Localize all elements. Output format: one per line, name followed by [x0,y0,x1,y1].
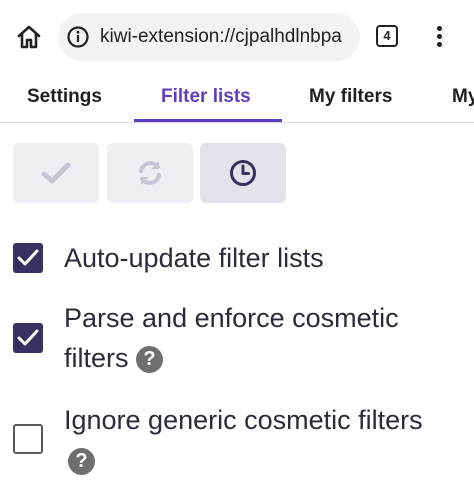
help-icon[interactable]: ? [68,448,95,476]
tab-settings[interactable]: Settings [27,72,102,122]
clock-icon [230,160,256,186]
address-bar[interactable]: kiwi-extension://cjpalhdlnbpa [58,13,360,61]
tab-my-rules[interactable]: My [452,72,474,122]
tab-count-button[interactable]: 4 [376,25,398,47]
info-icon[interactable] [66,25,90,49]
parse-cosmetic-checkbox[interactable] [13,323,43,353]
auto-update-checkbox[interactable] [13,243,43,273]
help-icon[interactable]: ? [136,346,164,374]
apply-changes-button[interactable] [13,143,99,203]
ignore-generic-checkbox[interactable] [13,424,43,454]
option-label: Auto-update filter lists [64,243,324,273]
tab-filter-lists[interactable]: Filter lists [161,72,251,122]
browser-toolbar: kiwi-extension://cjpalhdlnbpa 4 [0,0,474,72]
check-icon [41,162,71,184]
url-text[interactable]: kiwi-extension://cjpalhdlnbpa [100,13,342,61]
home-icon[interactable] [14,22,44,52]
update-now-button[interactable] [107,143,193,203]
tab-my-filters[interactable]: My filters [309,72,392,122]
active-tab-indicator [134,119,282,122]
extension-tab-bar: Settings Filter lists My filters My [0,72,474,123]
more-menu-icon[interactable] [428,24,452,50]
option-label: Parse and enforce cosmetic filters ? [64,303,399,374]
option-label: Ignore generic cosmetic filters ? [64,400,423,480]
checkmark-icon [17,249,39,266]
purge-cache-button[interactable] [200,143,286,203]
checkmark-icon [17,329,39,346]
refresh-icon [139,161,161,185]
